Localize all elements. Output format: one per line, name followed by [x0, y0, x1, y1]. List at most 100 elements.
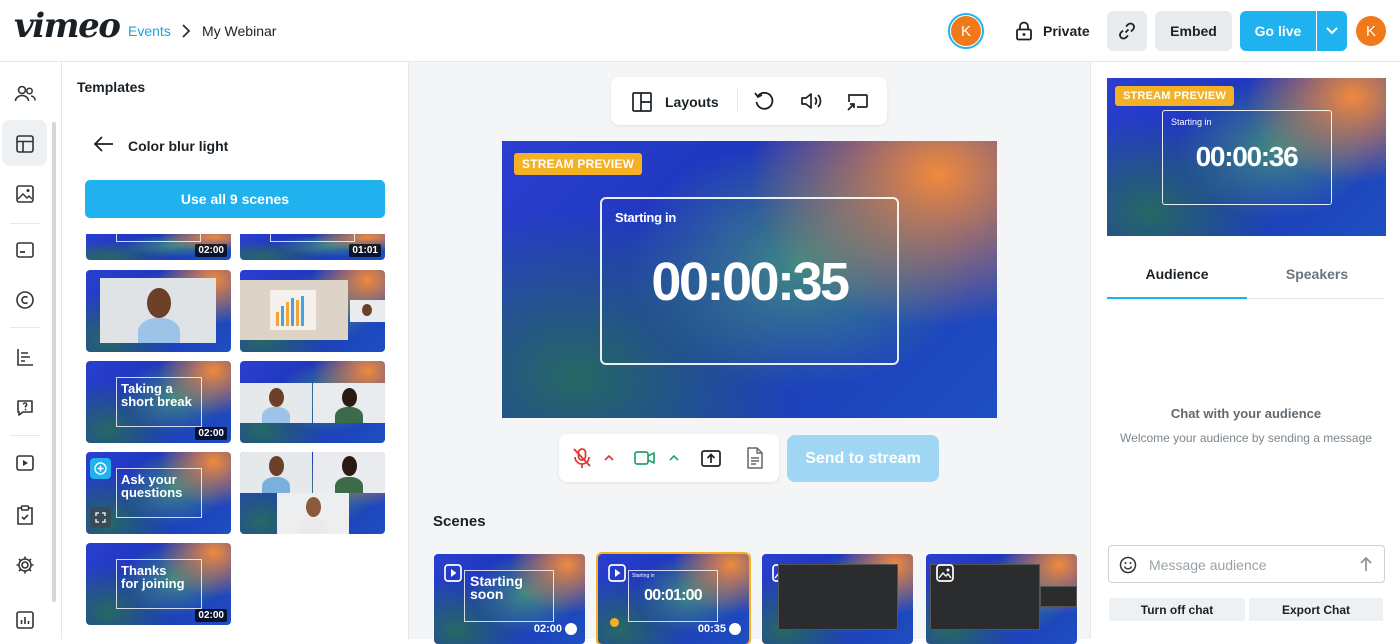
question-icon[interactable] — [12, 395, 38, 421]
mini-stream-preview[interactable]: STREAM PREVIEW Starting in 00:00:36 — [1107, 78, 1386, 236]
nav-divider — [10, 327, 40, 328]
starting-in-label: Starting in — [1171, 117, 1212, 127]
header: vimeo Events My Webinar K Private Embed … — [0, 0, 1400, 62]
duration-badge: 02:00 — [195, 609, 227, 622]
template-tile[interactable]: 01:01 — [240, 234, 385, 260]
caption-icon[interactable] — [12, 237, 38, 263]
share-upload-icon[interactable] — [701, 448, 721, 468]
template-tile[interactable] — [240, 361, 385, 443]
go-live-button[interactable]: Go live — [1240, 11, 1316, 51]
template-tile[interactable] — [240, 270, 385, 352]
scene-card[interactable]: Starting soon 02:00 — [434, 554, 585, 644]
breadcrumb-events[interactable]: Events — [128, 23, 171, 39]
template-tile[interactable]: Ask your questions — [86, 452, 231, 534]
countdown-frame: Starting in 00:00:35 — [600, 197, 899, 365]
video-icon[interactable] — [12, 450, 38, 476]
play-icon — [608, 564, 626, 582]
scene-duration: 00:35 — [698, 623, 741, 635]
analytics-icon[interactable] — [12, 607, 38, 633]
nav-divider — [10, 435, 40, 436]
speaker-photo — [313, 383, 385, 423]
template-set-title: Color blur light — [128, 138, 229, 154]
chart-list-icon[interactable] — [12, 344, 38, 370]
image-icon[interactable] — [12, 181, 38, 207]
speaker-photo — [240, 452, 312, 493]
volume-icon[interactable] — [800, 91, 824, 111]
layouts-button[interactable]: Layouts — [665, 94, 719, 110]
message-input-box[interactable]: Message audience — [1108, 545, 1385, 583]
add-icon[interactable] — [90, 458, 111, 479]
tile-text-line: questions — [121, 485, 183, 500]
tile-text: Taking a short break — [121, 382, 192, 408]
side-nav — [0, 62, 62, 639]
speaker-photo — [277, 493, 349, 534]
next-icon — [729, 623, 741, 635]
copy-link-button[interactable] — [1107, 11, 1147, 51]
scene-text: Starting soon — [470, 574, 523, 601]
back-arrow-icon[interactable] — [94, 136, 114, 152]
speaker-photo — [240, 383, 312, 423]
scene-card[interactable] — [762, 554, 913, 644]
send-to-stream-button[interactable]: Send to stream — [787, 435, 939, 482]
avatar-initial: K — [951, 16, 981, 46]
embed-button[interactable]: Embed — [1155, 11, 1232, 51]
chat-empty-subtitle: Welcome your audience by sending a messa… — [1120, 431, 1372, 445]
template-tile[interactable] — [86, 270, 231, 352]
camera-icon[interactable] — [634, 450, 656, 466]
template-tile[interactable]: 02:00 — [86, 234, 231, 260]
presenter-avatar[interactable]: K — [948, 13, 984, 49]
speaker-photo — [313, 452, 385, 493]
screen-share-icon[interactable] — [846, 92, 870, 112]
media-controls — [559, 434, 779, 482]
copyright-icon[interactable] — [12, 287, 38, 313]
clipboard-icon[interactable] — [12, 502, 38, 528]
mic-muted-icon[interactable] — [572, 447, 592, 469]
mic-options-chevron-icon[interactable] — [604, 454, 614, 461]
use-all-scenes-button[interactable]: Use all 9 scenes — [85, 180, 385, 218]
breadcrumb-current: My Webinar — [202, 23, 277, 39]
scene-timer: 00:01:00 — [644, 587, 702, 604]
chart-photo — [240, 280, 348, 340]
duration-badge: 02:00 — [195, 244, 227, 257]
loop-icon — [565, 623, 577, 635]
scenes-title: Scenes — [433, 513, 486, 530]
vimeo-logo[interactable]: vimeo — [14, 6, 121, 46]
people-icon[interactable] — [12, 81, 38, 107]
nav-scrollbar[interactable] — [52, 122, 56, 602]
chevron-down-icon — [1326, 27, 1338, 35]
play-icon — [444, 564, 462, 582]
tile-text-line: short break — [121, 394, 192, 409]
expand-icon[interactable] — [90, 507, 111, 528]
tab-audience[interactable]: Audience — [1107, 266, 1247, 282]
layouts-icon[interactable] — [632, 92, 652, 112]
stream-preview-badge: STREAM PREVIEW — [514, 153, 643, 175]
layout-icon[interactable] — [12, 131, 38, 157]
document-icon[interactable] — [746, 447, 764, 469]
reset-icon[interactable] — [753, 90, 775, 112]
export-chat-button[interactable]: Export Chat — [1249, 598, 1383, 621]
turn-off-chat-button[interactable]: Turn off chat — [1109, 598, 1245, 621]
toolbar-divider — [737, 89, 738, 113]
scene-card-active[interactable]: Starting in 00:01:00 00:35 — [596, 552, 751, 644]
countdown-timer: 00:00:35 — [651, 252, 850, 312]
go-live-dropdown[interactable] — [1317, 11, 1347, 51]
camera-options-chevron-icon[interactable] — [669, 454, 679, 461]
tab-speakers[interactable]: Speakers — [1247, 266, 1387, 282]
scene-card[interactable] — [926, 554, 1077, 644]
gear-icon[interactable] — [12, 552, 38, 578]
tile-text: Ask your questions — [121, 473, 182, 499]
starting-in-label: Starting in — [615, 210, 676, 225]
countdown-timer: 00:00:36 — [1195, 141, 1299, 172]
template-tile[interactable]: Thanks for joining 02:00 — [86, 543, 231, 625]
stream-preview[interactable]: STREAM PREVIEW Starting in 00:00:35 — [502, 141, 997, 418]
chevron-right-icon — [180, 24, 192, 38]
template-tile[interactable] — [240, 452, 385, 534]
template-tile[interactable]: Taking a short break 02:00 — [86, 361, 231, 443]
tile-text: Thanks for joining — [121, 564, 185, 590]
emoji-icon[interactable] — [1119, 556, 1137, 574]
privacy-button[interactable]: Private — [1043, 23, 1090, 39]
templates-title: Templates — [77, 79, 146, 95]
image-icon — [936, 564, 954, 582]
user-avatar[interactable]: K — [1356, 16, 1386, 46]
send-arrow-icon[interactable] — [1359, 556, 1373, 572]
